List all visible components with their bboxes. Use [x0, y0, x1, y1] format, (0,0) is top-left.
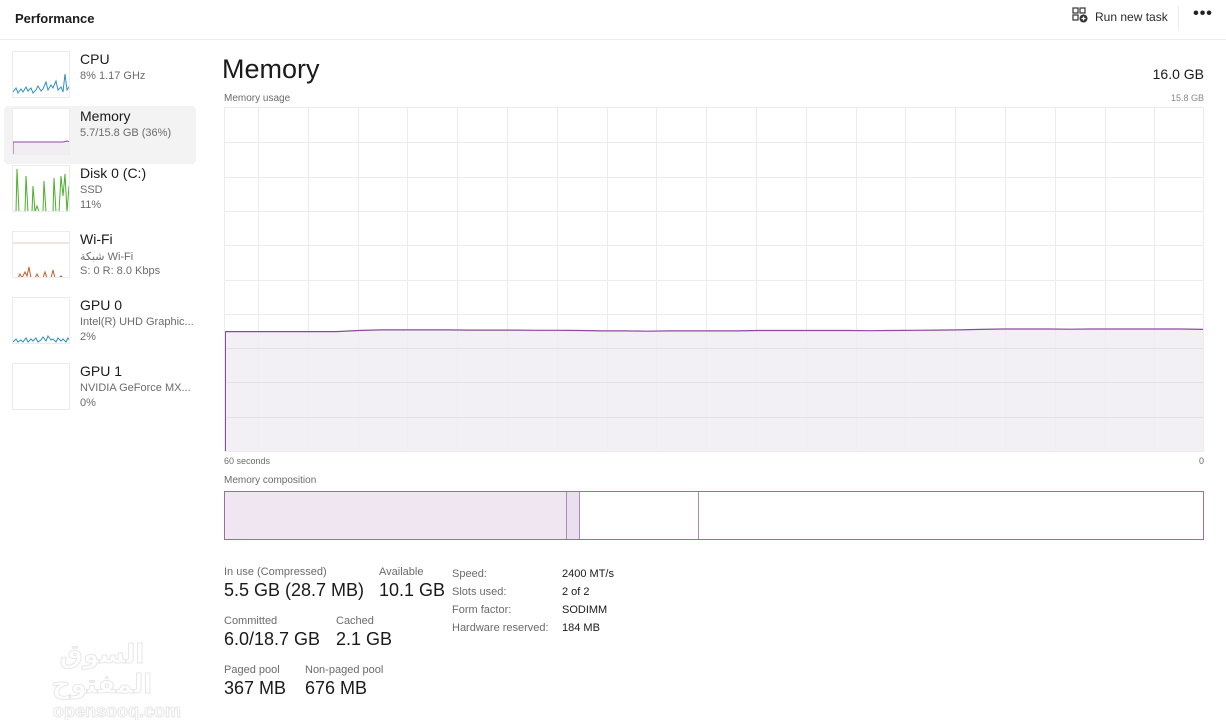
sidebar-item-name: CPU: [80, 51, 110, 67]
watermark-logo: السوق المفتوح opensooq.com: [22, 640, 182, 720]
run-new-task-button[interactable]: Run new task: [1072, 6, 1168, 28]
sidebar-item-detail-2: 11%: [80, 199, 102, 211]
spec-value: 2400 MT/s: [562, 568, 614, 580]
memory-usage-area: [225, 329, 1203, 451]
sidebar-item-memory[interactable]: Memory 5.7/15.8 GB (36%): [4, 106, 196, 164]
stat-label: Committed: [224, 615, 278, 627]
sidebar-item-name: Wi-Fi: [80, 231, 113, 247]
header-divider: [1178, 6, 1179, 30]
memory-usage-max: 15.8 GB: [1170, 93, 1204, 103]
total-memory: 16.0 GB: [1152, 66, 1204, 82]
stat-available: Available 10.1 GB: [379, 566, 445, 601]
gpu0-thumbnail-graph: [12, 297, 70, 344]
sidebar-item-name: Memory: [80, 108, 131, 124]
sidebar-item-cpu[interactable]: CPU 8% 1.17 GHz: [4, 49, 196, 107]
spec-row-form-factor: Form factor: SODIMM: [452, 601, 614, 619]
sidebar-item-detail: شبكة Wi-Fi: [80, 251, 134, 263]
sidebar-item-name: GPU 1: [80, 363, 123, 379]
stat-committed: Committed 6.0/18.7 GB: [224, 615, 320, 650]
sidebar-item-detail: NVIDIA GeForce MX...: [80, 382, 191, 394]
spec-label: Form factor:: [452, 604, 512, 616]
stat-value: 6.0/18.7 GB: [224, 629, 321, 649]
sidebar-item-detail: SSD: [80, 184, 103, 196]
stat-label: Cached: [336, 615, 374, 627]
stat-value: 676 MB: [305, 678, 368, 698]
spec-label: Hardware reserved:: [452, 622, 549, 634]
disk-thumbnail-graph: [12, 165, 70, 212]
sidebar-item-disk-0[interactable]: Disk 0 (C:) SSD 11%: [4, 163, 196, 221]
gpu1-thumbnail-graph: [12, 363, 70, 410]
spec-value: 184 MB: [562, 622, 600, 634]
run-new-task-label: Run new task: [1095, 10, 1168, 24]
spec-row-hardware-reserved: Hardware reserved: 184 MB: [452, 619, 614, 637]
spec-label: Slots used:: [452, 586, 507, 598]
hardware-specs: Speed: 2400 MT/s Slots used: 2 of 2 Form…: [452, 565, 614, 637]
spec-value: SODIMM: [562, 604, 608, 616]
title-bar: Performance Run new task •••: [0, 0, 1226, 40]
run-task-icon: [1072, 6, 1088, 28]
spec-value: 2 of 2: [562, 586, 590, 598]
stat-non-paged-pool: Non-paged pool 676 MB: [305, 664, 383, 699]
memory-usage-plot: [225, 108, 1203, 451]
spec-row-slots: Slots used: 2 of 2: [452, 583, 614, 601]
sidebar-item-detail: 8% 1.17 GHz: [80, 70, 146, 82]
composition-segment-standby[interactable]: [580, 492, 700, 539]
sidebar-item-detail-2: 2%: [80, 331, 96, 343]
stat-value: 367 MB: [224, 678, 287, 698]
stat-label: Non-paged pool: [305, 664, 384, 676]
watermark-arabic: السوق المفتوح: [51, 640, 153, 701]
memory-usage-label: Memory usage: [224, 93, 291, 104]
sidebar-item-wifi[interactable]: Wi-Fi شبكة Wi-Fi S: 0 R: 8.0 Kbps: [4, 229, 196, 287]
composition-segment-in-use[interactable]: [225, 492, 568, 539]
composition-segment-free[interactable]: [699, 492, 1203, 539]
sidebar-item-name: GPU 0: [80, 297, 123, 313]
sidebar-item-detail: 5.7/15.8 GB (36%): [80, 127, 172, 139]
spec-label: Speed:: [452, 568, 487, 580]
x-axis-start-label: 60 seconds: [224, 456, 271, 466]
sidebar-item-gpu-0[interactable]: GPU 0 Intel(R) UHD Graphic... 2%: [4, 295, 196, 353]
stat-value: 2.1 GB: [336, 629, 393, 649]
stat-in-use: In use (Compressed) 5.5 GB (28.7 MB): [224, 566, 364, 601]
composition-segment-modified[interactable]: [567, 492, 580, 539]
more-options-icon[interactable]: •••: [1191, 4, 1215, 28]
wifi-thumbnail-graph: [12, 231, 70, 278]
stat-label: Available: [379, 566, 424, 578]
stat-value: 5.5 GB (28.7 MB): [224, 580, 365, 600]
sidebar: CPU 8% 1.17 GHz Memory 5.7/15.8 GB (36%)…: [0, 41, 210, 720]
stat-value: 10.1 GB: [379, 580, 446, 600]
x-axis-end-label: 0: [1198, 456, 1204, 466]
sidebar-item-name: Disk 0 (C:): [80, 165, 147, 181]
memory-usage-chart: [224, 107, 1204, 452]
stat-cached: Cached 2.1 GB: [336, 615, 392, 650]
sidebar-item-detail-2: 0%: [80, 397, 96, 409]
sidebar-item-gpu-1[interactable]: GPU 1 NVIDIA GeForce MX... 0%: [4, 361, 196, 419]
page-title: Performance: [15, 11, 95, 26]
section-title: Memory: [222, 54, 320, 84]
memory-composition-label: Memory composition: [224, 475, 317, 486]
memory-thumbnail-graph: [12, 108, 70, 155]
cpu-thumbnail-graph: [12, 51, 70, 98]
watermark-latin: opensooq.com: [52, 701, 181, 720]
stat-label: In use (Compressed): [224, 566, 327, 578]
sidebar-item-detail: Intel(R) UHD Graphic...: [80, 316, 194, 328]
sidebar-item-detail-2: S: 0 R: 8.0 Kbps: [80, 265, 161, 277]
spec-row-speed: Speed: 2400 MT/s: [452, 565, 614, 583]
stat-paged-pool: Paged pool 367 MB: [224, 664, 286, 699]
memory-composition-bar: [224, 491, 1204, 540]
stat-label: Paged pool: [224, 664, 280, 676]
